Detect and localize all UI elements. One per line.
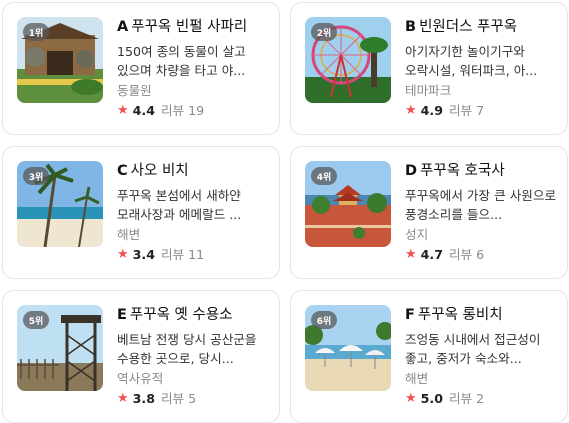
- rating-score: 4.7: [420, 247, 443, 262]
- place-title[interactable]: A 푸꾸옥 빈펄 사파리: [117, 17, 269, 37]
- place-card-f[interactable]: 6위 F 푸꾸옥 롱비치 즈엉동 시내에서 접근성이 좋고, 중저가 숙소와...…: [290, 290, 568, 423]
- place-description: 150여 종의 동물이 살고 있으며 차량을 타고 야...: [117, 44, 246, 78]
- rating-score: 5.0: [420, 391, 443, 406]
- place-card-c[interactable]: 3위 C 사오 비치 푸꾸옥 본섬에서 새하얀 모래사장과 에메랄드 ... 해변…: [2, 146, 280, 279]
- rank-badge: 4위: [311, 167, 337, 185]
- star-icon: ★: [405, 247, 417, 262]
- place-letter: D: [405, 163, 418, 179]
- place-rating: ★ 4.4 리뷰 19: [117, 102, 269, 120]
- review-label: 리뷰: [448, 247, 473, 262]
- place-card-d[interactable]: 4위 D 푸꾸옥 호국사 푸꾸옥에서 가장 큰 사원으로 풍경소리를 들으... …: [290, 146, 568, 279]
- place-name: 푸꾸옥 옛 수용소: [129, 307, 233, 323]
- place-title[interactable]: C 사오 비치: [117, 161, 269, 181]
- place-card-b[interactable]: 2위 B 빈원더스 푸꾸옥 아기자기한 놀이기구와 오락시설, 워터파크, 아..…: [290, 2, 568, 135]
- place-card-e[interactable]: 5위 E 푸꾸옥 옛 수용소 베트남 전쟁 당시 공산군을 수용한 곳으로, 당시…: [2, 290, 280, 423]
- rating-score: 4.4: [132, 103, 155, 118]
- review-label: 리뷰: [160, 103, 185, 118]
- review-label: 리뷰: [448, 103, 473, 118]
- place-title[interactable]: D 푸꾸옥 호국사: [405, 161, 557, 181]
- place-name: 빈원더스 푸꾸옥: [419, 19, 518, 35]
- place-photo: 1위: [17, 17, 103, 103]
- review-count: 11: [188, 247, 205, 262]
- place-letter: C: [117, 163, 128, 179]
- star-icon: ★: [117, 247, 129, 262]
- place-photo: 5위: [17, 305, 103, 391]
- place-rating: ★ 5.0 리뷰 2: [405, 390, 557, 408]
- place-title[interactable]: B 빈원더스 푸꾸옥: [405, 17, 557, 37]
- place-description: 즈엉동 시내에서 접근성이 좋고, 중저가 숙소와...: [405, 332, 541, 366]
- place-card-a[interactable]: 1위 A 푸꾸옥 빈펄 사파리 150여 종의 동물이 살고 있으며 차량을 타고…: [2, 2, 280, 135]
- rank-badge: 2위: [311, 23, 337, 41]
- place-letter: B: [405, 19, 417, 35]
- place-title[interactable]: F 푸꾸옥 롱비치: [405, 305, 557, 325]
- place-name: 푸꾸옥 빈펄 사파리: [131, 19, 248, 35]
- place-photo: 2위: [305, 17, 391, 103]
- place-photo: 4위: [305, 161, 391, 247]
- rank-badge: 3위: [23, 167, 49, 185]
- place-title[interactable]: E 푸꾸옥 옛 수용소: [117, 305, 269, 325]
- rank-badge: 1위: [23, 23, 49, 41]
- review-label: 리뷰: [448, 391, 473, 406]
- place-letter: A: [117, 19, 129, 35]
- place-description: 베트남 전쟁 당시 공산군을 수용한 곳으로, 당시...: [117, 332, 257, 366]
- star-icon: ★: [117, 103, 129, 118]
- place-rating: ★ 4.7 리뷰 6: [405, 246, 557, 264]
- review-count: 2: [476, 391, 485, 406]
- review-label: 리뷰: [160, 391, 185, 406]
- place-photo: 3위: [17, 161, 103, 247]
- rank-badge: 6위: [311, 311, 337, 329]
- review-count: 19: [188, 103, 205, 118]
- rank-badge: 5위: [23, 311, 49, 329]
- star-icon: ★: [405, 391, 417, 406]
- review-label: 리뷰: [160, 247, 185, 262]
- place-description: 푸꾸옥 본섬에서 새하얀 모래사장과 에메랄드 ...: [117, 188, 242, 222]
- place-category: 성지: [405, 227, 429, 242]
- place-letter: F: [405, 307, 415, 323]
- review-count: 5: [188, 391, 197, 406]
- place-name: 푸꾸옥 롱비치: [417, 307, 503, 323]
- place-photo: 6위: [305, 305, 391, 391]
- place-rating: ★ 4.9 리뷰 7: [405, 102, 557, 120]
- place-description: 푸꾸옥에서 가장 큰 사원으로 풍경소리를 들으...: [405, 188, 557, 222]
- place-category: 테마파크: [405, 83, 452, 98]
- place-letter: E: [117, 307, 127, 323]
- place-rating: ★ 3.4 리뷰 11: [117, 246, 269, 264]
- place-name: 사오 비치: [130, 163, 189, 179]
- place-category: 해변: [405, 371, 429, 386]
- rating-score: 3.4: [132, 247, 155, 262]
- star-icon: ★: [405, 103, 417, 118]
- rating-score: 3.8: [132, 391, 155, 406]
- place-rating: ★ 3.8 리뷰 5: [117, 390, 269, 408]
- place-name: 푸꾸옥 호국사: [420, 163, 505, 179]
- place-description: 아기자기한 놀이기구와 오락시설, 워터파크, 아...: [405, 44, 538, 78]
- place-category: 해변: [117, 227, 141, 242]
- rating-score: 4.9: [420, 103, 443, 118]
- place-category: 동물원: [117, 83, 152, 98]
- place-category: 역사유적: [117, 371, 164, 386]
- star-icon: ★: [117, 391, 129, 406]
- review-count: 6: [476, 247, 485, 262]
- review-count: 7: [476, 103, 485, 118]
